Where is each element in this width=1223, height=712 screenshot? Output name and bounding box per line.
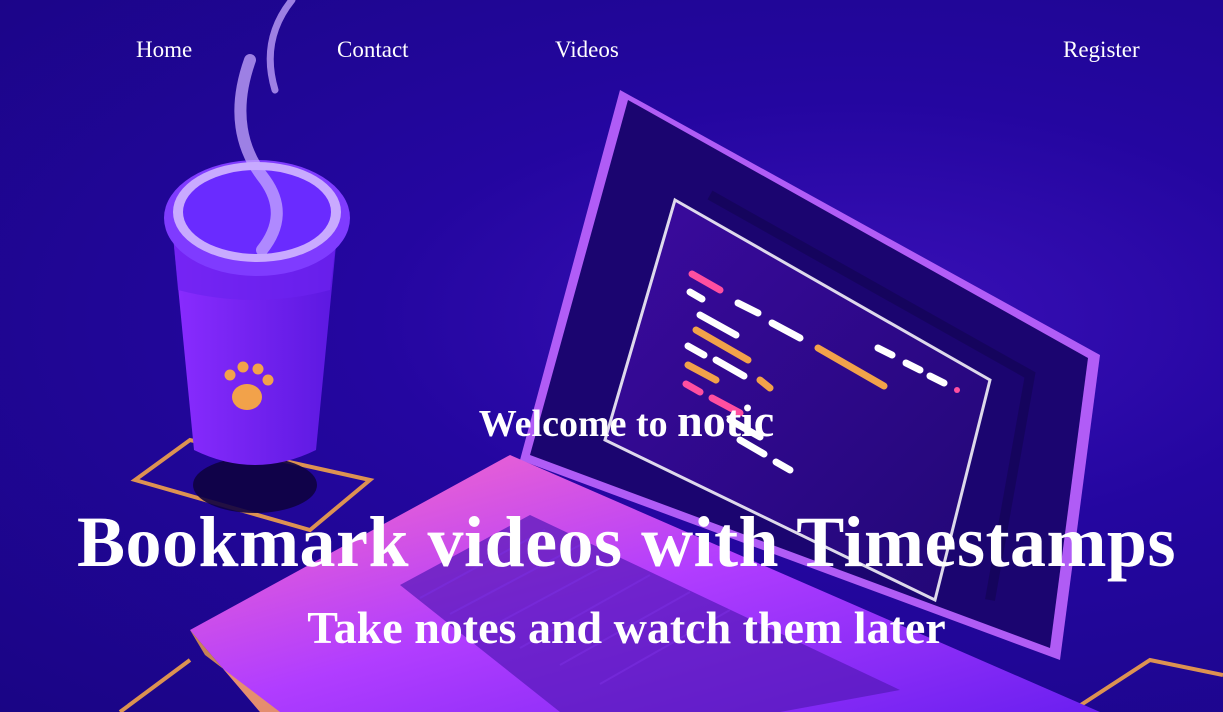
nav-home-link[interactable]: Home (136, 36, 192, 64)
hero-headline: Bookmark videos with Timestamps (77, 502, 1176, 582)
nav-contact-link[interactable]: Contact (337, 36, 409, 64)
brand-name: notic (677, 395, 775, 446)
nav-videos-link[interactable]: Videos (555, 36, 619, 64)
coffee-cup (164, 160, 350, 513)
welcome-prefix: Welcome to (478, 403, 678, 445)
nav-register-link[interactable]: Register (1063, 36, 1140, 64)
hero-section: Home Contact Videos Register Welcome to … (0, 0, 1223, 712)
hero-subheadline: Take notes and watch them later (307, 602, 946, 653)
welcome-heading: Welcome to notic (0, 398, 1223, 447)
